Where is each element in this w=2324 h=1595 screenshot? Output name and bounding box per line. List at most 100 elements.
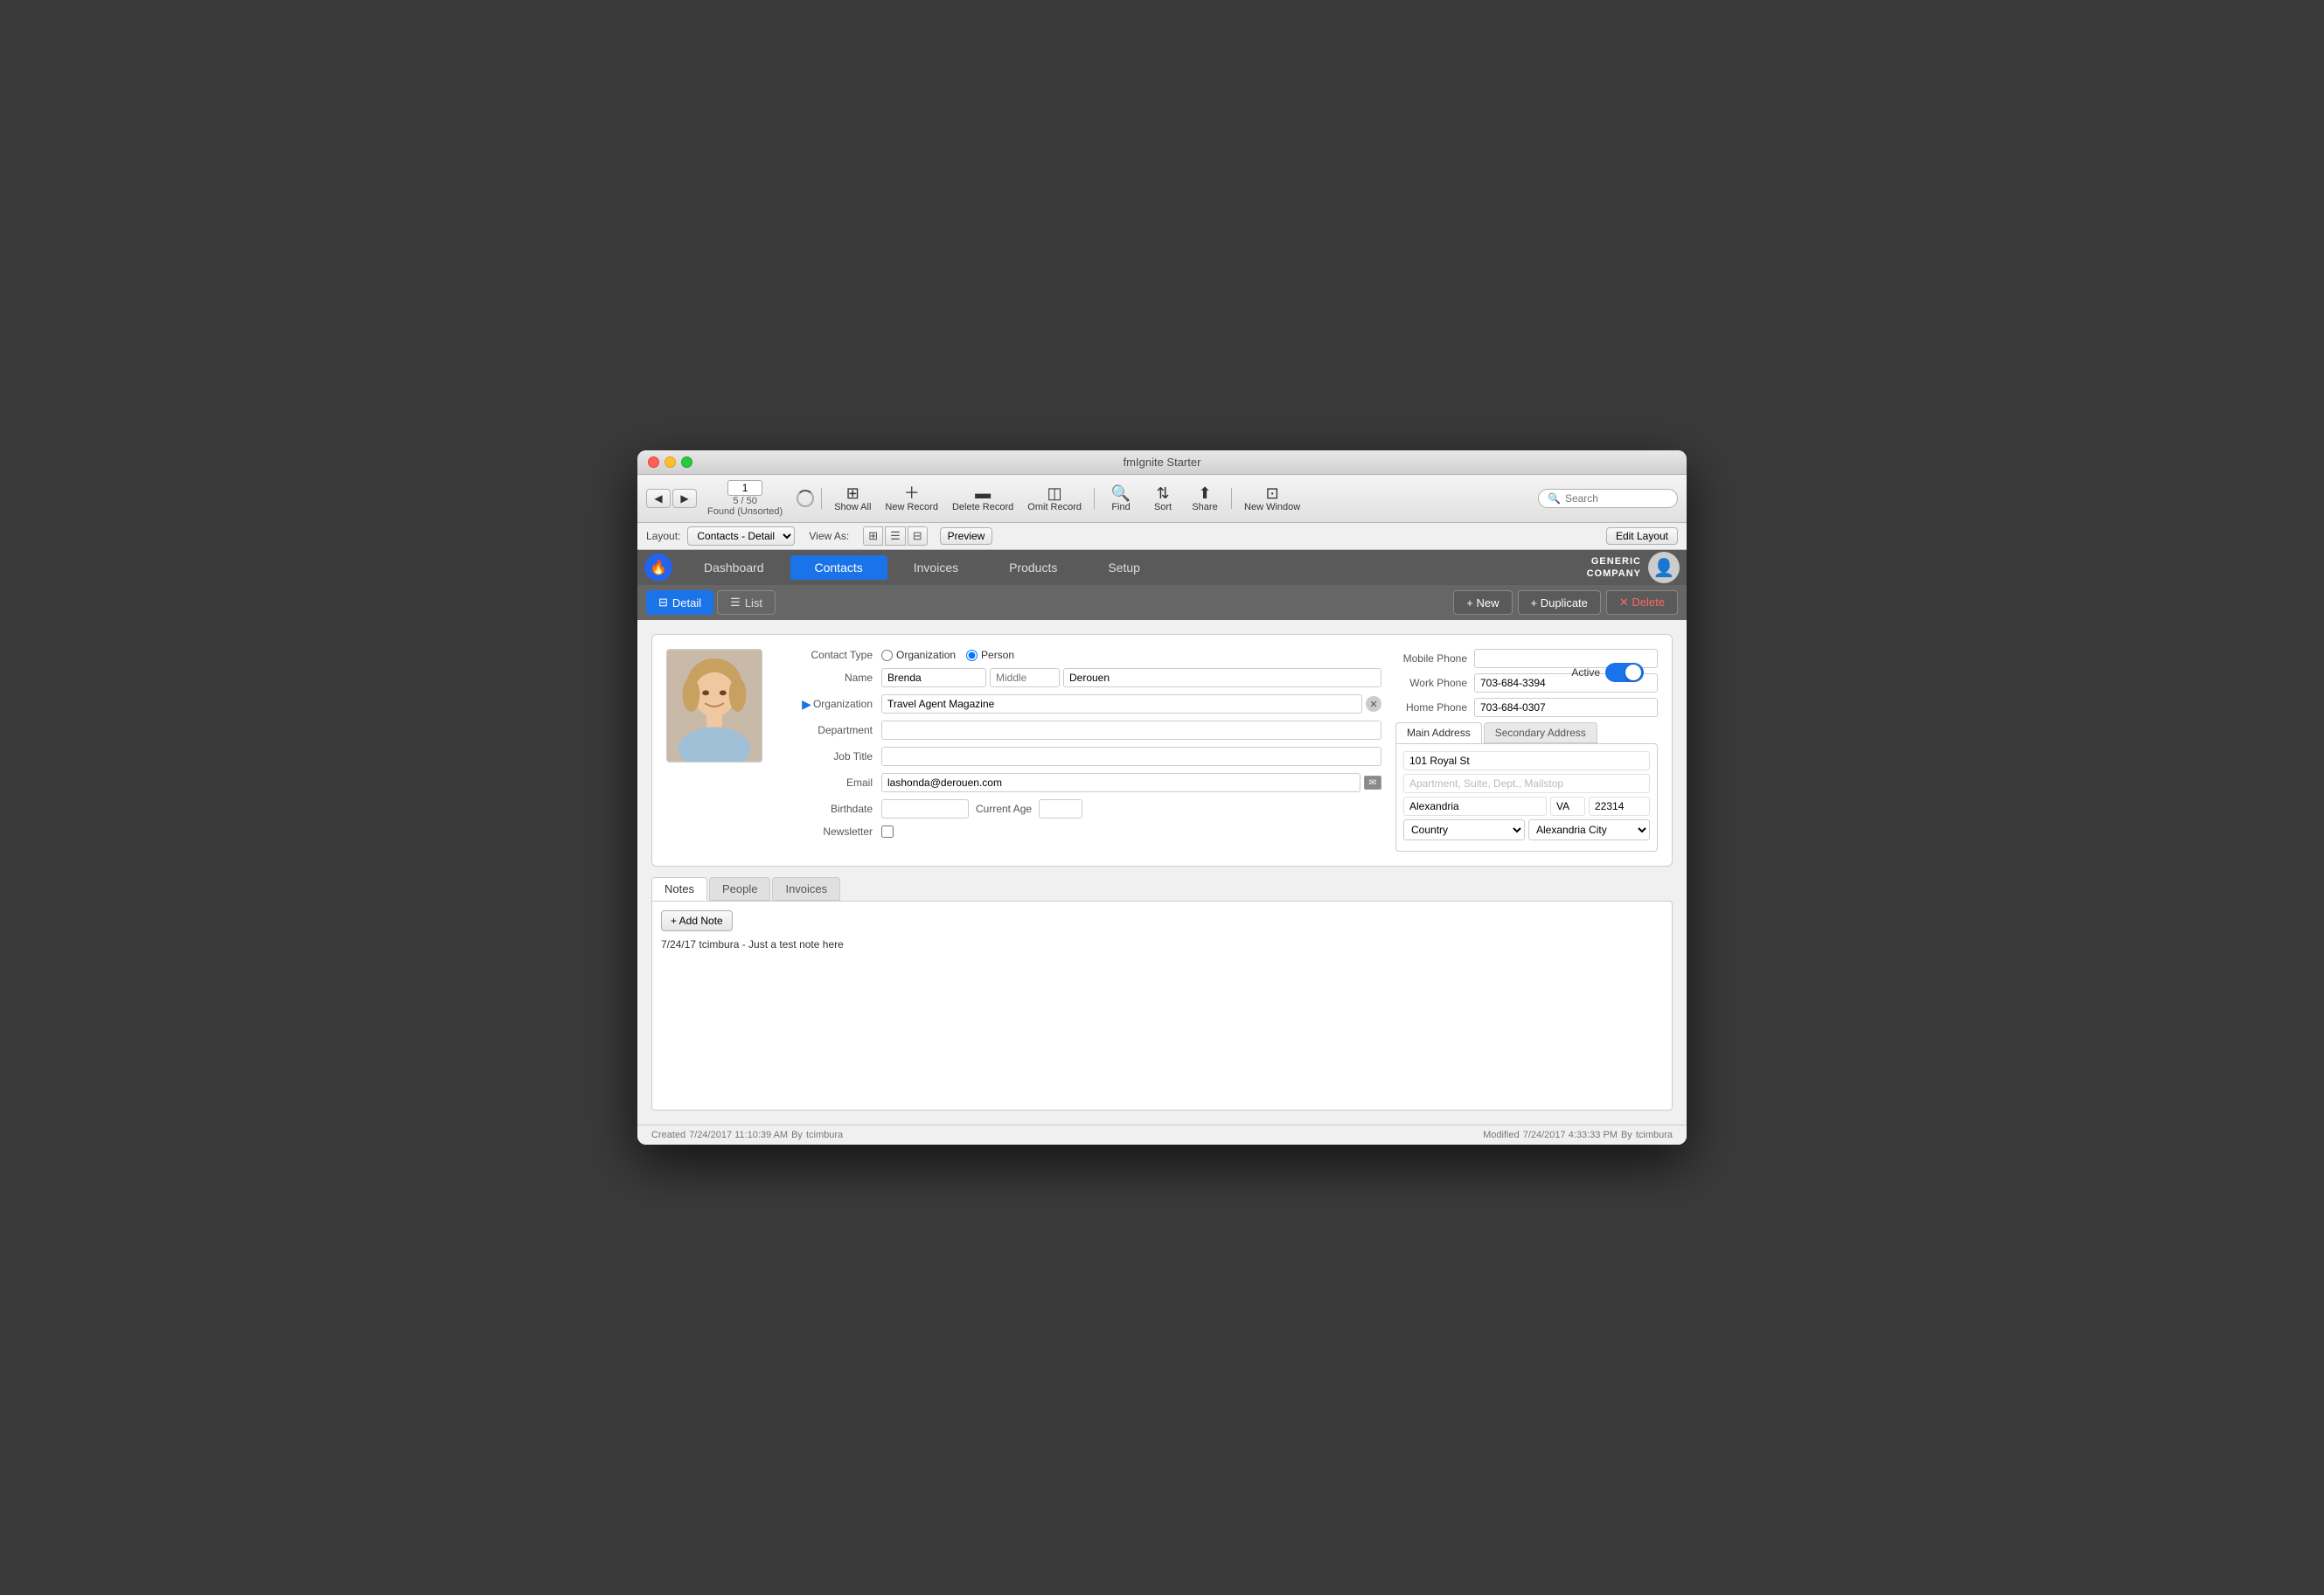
birthdate-input[interactable] [881, 799, 969, 818]
person-radio-item[interactable]: Person [966, 649, 1014, 661]
org-radio-item[interactable]: Organization [881, 649, 956, 661]
created-date: 7/24/2017 11:10:39 AM [689, 1130, 788, 1140]
newsletter-checkbox[interactable] [881, 825, 894, 838]
job-title-row: Job Title [785, 747, 1381, 766]
email-label: Email [785, 777, 881, 789]
department-input[interactable] [881, 721, 1381, 740]
list-view-button[interactable]: ☰ [885, 526, 906, 546]
middle-name-input[interactable] [990, 668, 1060, 687]
list-icon: ☰ [730, 596, 741, 609]
sub-nav-right: + New + Duplicate ✕ Delete [1453, 590, 1678, 615]
new-record-button[interactable]: ＋ New Record [880, 484, 943, 514]
minimize-button[interactable] [664, 456, 676, 468]
address-street-input[interactable] [1403, 751, 1650, 770]
org-radio[interactable] [881, 650, 893, 661]
name-label: Name [785, 672, 881, 684]
invoices-tab[interactable]: Invoices [772, 877, 840, 901]
organization-row: ▶ Organization ✕ [785, 694, 1381, 714]
active-toggle-switch[interactable] [1605, 663, 1644, 682]
show-all-button[interactable]: ⊞ Show All [829, 484, 876, 514]
tab-invoices[interactable]: Invoices [889, 555, 983, 580]
grid-view-button[interactable]: ⊞ [863, 526, 883, 546]
address-city-input[interactable] [1403, 797, 1547, 816]
list-label: List [745, 596, 762, 609]
forward-button[interactable]: ▶ [672, 489, 697, 508]
detail-icon: ⊟ [658, 596, 668, 609]
contact-type-radio-group: Organization Person [881, 649, 1014, 661]
last-name-input[interactable] [1063, 668, 1381, 687]
new-button[interactable]: + New [1453, 590, 1512, 615]
table-view-button[interactable]: ⊟ [908, 526, 928, 546]
address-country-select[interactable]: Country [1403, 819, 1525, 840]
back-button[interactable]: ◀ [646, 489, 671, 508]
sort-button[interactable]: ⇅ Sort [1144, 484, 1182, 514]
detail-view-button[interactable]: ⊟ Detail [646, 590, 713, 615]
current-age-input[interactable] [1039, 799, 1082, 818]
search-box[interactable]: 🔍 [1538, 489, 1678, 508]
tab-contacts[interactable]: Contacts [790, 555, 887, 580]
work-phone-label: Work Phone [1395, 677, 1474, 689]
modified-by-label: By [1621, 1130, 1632, 1140]
address-county-select[interactable]: Alexandria City [1528, 819, 1650, 840]
address-state-input[interactable] [1550, 797, 1585, 816]
edit-layout-button[interactable]: Edit Layout [1606, 527, 1678, 545]
tab-products[interactable]: Products [985, 555, 1082, 580]
search-input[interactable] [1565, 492, 1668, 505]
person-radio[interactable] [966, 650, 978, 661]
created-by: tcimbura [806, 1130, 843, 1140]
footer-left: Created 7/24/2017 11:10:39 AM By tcimbur… [651, 1130, 843, 1140]
record-number-input[interactable] [727, 480, 762, 496]
layout-select[interactable]: Contacts - Detail [687, 526, 795, 546]
separator-2 [1094, 488, 1095, 509]
tab-setup[interactable]: Setup [1083, 555, 1165, 580]
footer-right: Modified 7/24/2017 4:33:33 PM By tcimbur… [1483, 1130, 1673, 1140]
show-all-label: Show All [834, 502, 871, 512]
sort-icon: ⇅ [1156, 485, 1169, 501]
new-window-icon: ⊡ [1266, 485, 1279, 501]
separator-1 [821, 488, 822, 509]
share-button[interactable]: ⬆ Share [1186, 484, 1224, 514]
main-address-tab[interactable]: Main Address [1395, 722, 1482, 743]
preview-button[interactable]: Preview [940, 527, 993, 545]
contact-photo-image [667, 650, 762, 762]
list-view-button[interactable]: ☰ List [717, 590, 776, 615]
new-window-button[interactable]: ⊡ New Window [1239, 484, 1305, 514]
delete-record-button[interactable]: ▬ Delete Record [947, 484, 1019, 514]
notes-area: + Add Note 7/24/17 tcimbura - Just a tes… [651, 901, 1673, 1111]
contact-form: Contact Type Organization Person [651, 634, 1673, 867]
brand-logo: GENERIC COMPANY [1587, 555, 1641, 581]
contact-type-row: Contact Type Organization Person [785, 649, 1381, 661]
maximize-button[interactable] [681, 456, 692, 468]
find-button[interactable]: 🔍 Find [1102, 484, 1140, 514]
job-title-input[interactable] [881, 747, 1381, 766]
layout-bar: Layout: Contacts - Detail View As: ⊞ ☰ ⊟… [637, 523, 1687, 550]
address-zip-input[interactable] [1589, 797, 1650, 816]
notes-tab[interactable]: Notes [651, 877, 707, 901]
traffic-lights [648, 456, 692, 468]
omit-record-button[interactable]: ◫ Omit Record [1022, 484, 1087, 514]
add-note-button[interactable]: + Add Note [661, 910, 733, 931]
job-title-field [881, 747, 1381, 766]
footer: Created 7/24/2017 11:10:39 AM By tcimbur… [637, 1125, 1687, 1145]
org-input[interactable] [881, 694, 1362, 714]
address-tabs: Main Address Secondary Address [1395, 722, 1658, 743]
first-name-input[interactable] [881, 668, 986, 687]
people-tab[interactable]: People [709, 877, 770, 901]
org-clear-button[interactable]: ✕ [1366, 696, 1381, 712]
birthdate-field: Current Age [881, 799, 1082, 818]
photo-box[interactable] [666, 649, 762, 763]
active-toggle: Active [1571, 663, 1644, 682]
new-record-label: New Record [885, 502, 938, 512]
created-label: Created [651, 1130, 685, 1140]
delete-button[interactable]: ✕ Delete [1606, 590, 1678, 615]
tab-dashboard[interactable]: Dashboard [679, 555, 789, 580]
close-button[interactable] [648, 456, 659, 468]
content: Contact Type Organization Person [637, 620, 1687, 1125]
toolbar: ◀ ▶ 5 / 50 Found (Unsorted) ⊞ Show All ＋… [637, 475, 1687, 523]
email-input[interactable] [881, 773, 1360, 792]
address-apt-input[interactable] [1403, 774, 1650, 793]
contact-right-fields: Active Mobile Phone Work Phone [1395, 649, 1658, 852]
duplicate-button[interactable]: + Duplicate [1518, 590, 1601, 615]
home-phone-input[interactable] [1474, 698, 1658, 717]
secondary-address-tab[interactable]: Secondary Address [1484, 722, 1597, 743]
